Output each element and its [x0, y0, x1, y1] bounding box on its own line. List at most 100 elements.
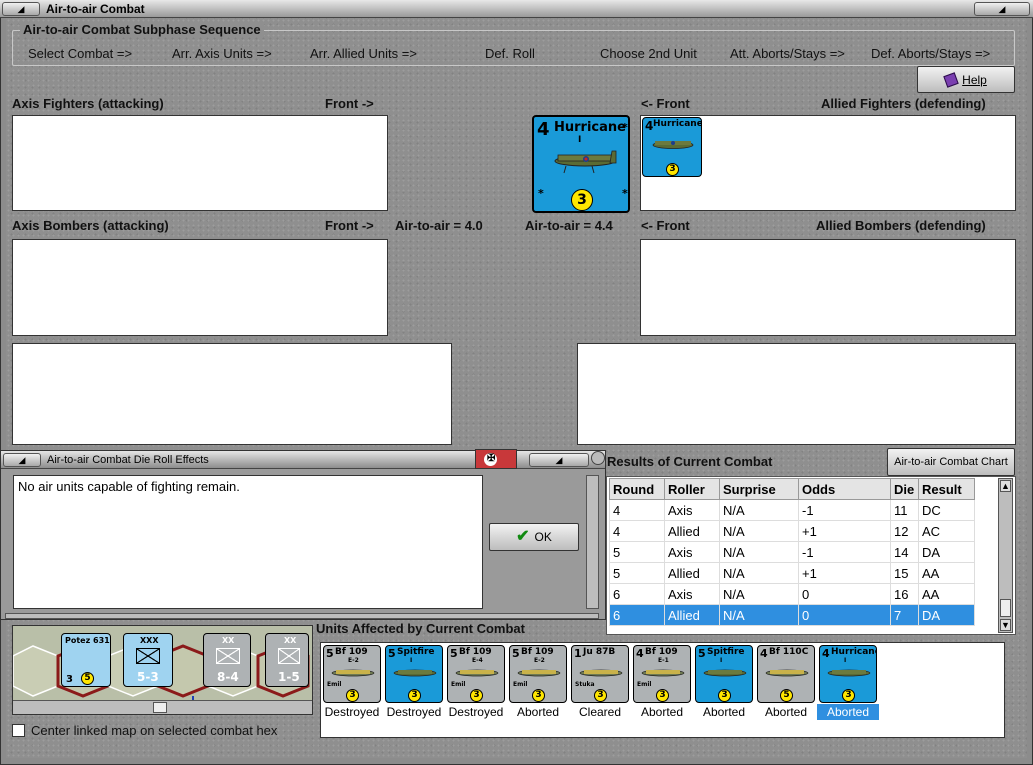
plane-icon	[579, 669, 623, 677]
unit-status: Aborted	[764, 705, 808, 719]
allied-info-box	[577, 343, 1016, 445]
step-def-roll: Def. Roll	[485, 46, 535, 61]
axis-fighters-title: Axis Fighters (attacking)	[12, 96, 164, 111]
ok-button[interactable]: ✔ OK	[489, 523, 579, 551]
system-menu-button[interactable]: ◢	[2, 2, 40, 16]
selected-unit-strength: 3	[571, 189, 593, 211]
affected-unit-counter[interactable]: 5 Bf 109 E-4 Emil 3	[447, 645, 505, 703]
col-round[interactable]: Round	[609, 478, 665, 500]
plane-icon	[455, 669, 499, 677]
dialog-title: Air-to-air Combat Die Roll Effects	[47, 454, 209, 466]
affected-unit[interactable]: 5 Bf 109 E-4 Emil 3 Destroyed	[447, 645, 509, 720]
allied-fighters-title: Allied Fighters (defending)	[821, 96, 986, 111]
hurricane-plane-icon	[652, 141, 694, 149]
allied-air-to-air-value: Air-to-air = 4.4	[525, 218, 613, 233]
axis-fighters-box[interactable]	[12, 115, 388, 211]
affected-unit-counter[interactable]: 4 Bf 109 E-1 Emil 3	[633, 645, 691, 703]
unit-strength: 5	[780, 689, 793, 702]
unit-rating: 5	[698, 647, 706, 660]
col-die[interactable]: Die	[890, 478, 919, 500]
affected-unit[interactable]: 5 Bf 109 E-2 Emil 3 Destroyed	[323, 645, 385, 720]
unit-name: Bf 110C	[769, 647, 809, 657]
center-map-checkbox[interactable]	[12, 724, 25, 737]
dialog-system-button[interactable]: ◢	[3, 453, 41, 467]
book-icon	[943, 71, 959, 88]
scroll-up-icon[interactable]: ▲	[1000, 480, 1011, 492]
checkmark-icon: ✔	[516, 528, 530, 545]
table-row[interactable]: 4 Allied N/A +1 12 AC	[609, 520, 975, 542]
step-def-aborts-stays: Def. Aborts/Stays =>	[871, 46, 991, 61]
allied-bombers-title: Allied Bombers (defending)	[816, 218, 986, 233]
plane-icon	[393, 669, 437, 677]
infantry-symbol-icon	[278, 648, 300, 664]
table-row[interactable]: 5 Axis N/A -1 14 DA	[609, 541, 975, 563]
axis-bombers-box[interactable]	[12, 239, 388, 336]
affected-unit-counter[interactable]: 5 Bf 109 E-2 Emil 3	[323, 645, 381, 703]
dialog-minimize-button[interactable]: ◢	[529, 453, 589, 467]
step-arr-allied-units: Arr. Allied Units =>	[310, 46, 417, 61]
infantry-symbol-icon	[216, 648, 240, 664]
flag-icon: ✠	[475, 449, 517, 469]
affected-unit[interactable]: 4 Bf 110C 5 Aborted	[757, 645, 819, 720]
minimap-counter-inf-div-2[interactable]: XX 1-5	[265, 633, 309, 687]
affected-unit[interactable]: 4 Bf 109 E-1 Emil 3 Aborted	[633, 645, 695, 720]
affected-unit-counter[interactable]: 5 Spitfire I 3	[695, 645, 753, 703]
unit-rating: 4	[760, 647, 768, 660]
allied-bombers-front: <- Front	[641, 218, 690, 233]
allied-fighter-counter[interactable]: 4 Hurricane 3	[642, 117, 702, 177]
dialog-title-bar[interactable]: ◢ Air-to-air Combat Die Roll Effects ✠ ◢	[1, 449, 605, 469]
affected-unit-counter[interactable]: 4 Hurricane I 3	[819, 645, 877, 703]
help-button[interactable]: Help	[917, 66, 1015, 93]
results-scrollbar[interactable]: ▲ ▼	[998, 478, 1013, 633]
unit-nickname: Stuka	[575, 681, 595, 688]
plane-icon	[517, 669, 561, 677]
col-odds[interactable]: Odds	[798, 478, 891, 500]
table-row[interactable]: 4 Axis N/A -1 11 DC	[609, 499, 975, 521]
window-title: Air-to-air Combat	[46, 2, 145, 16]
dialog-h-scrollbar[interactable]	[5, 613, 599, 619]
dialog-close-button[interactable]	[591, 451, 605, 465]
affected-unit[interactable]: 5 Spitfire I 3 Aborted	[695, 645, 757, 720]
minimap-h-scrollbar[interactable]	[13, 700, 312, 714]
minimap-counter-inf-corps[interactable]: XXX 5-3	[123, 633, 173, 687]
unit-name: Bf 109	[645, 647, 678, 657]
affected-unit[interactable]: 5 Spitfire I 3 Destroyed	[385, 645, 447, 720]
window-title-bar[interactable]: ◢ Air-to-air Combat ◢	[0, 0, 1033, 18]
selected-unit-counter[interactable]: 4 Hurricane I * * * 3	[532, 115, 630, 213]
plane-icon	[641, 669, 685, 677]
minimap-counter-potez[interactable]: Potez 631 3 5	[61, 633, 111, 687]
allied-fighters-front: <- Front	[641, 96, 690, 111]
table-row[interactable]: 6 Axis N/A 0 16 AA	[609, 583, 975, 605]
col-roller[interactable]: Roller	[664, 478, 720, 500]
axis-bombers-title: Axis Bombers (attacking)	[12, 218, 169, 233]
minimap-scroll-thumb[interactable]	[153, 702, 167, 713]
hurricane-plane-icon	[554, 150, 617, 174]
table-row[interactable]: 5 Allied N/A +1 15 AA	[609, 562, 975, 584]
allied-bombers-box[interactable]	[640, 239, 1016, 336]
affected-unit-counter[interactable]: 5 Spitfire I 3	[385, 645, 443, 703]
col-surprise[interactable]: Surprise	[719, 478, 799, 500]
affected-unit-counter[interactable]: 4 Bf 110C 5	[757, 645, 815, 703]
minimap[interactable]: Potez 631 3 5 XXX 5-3 XX 8-4 XX 1-5	[12, 625, 313, 715]
affected-unit[interactable]: 1 Ju 87B Stuka 3 Cleared	[571, 645, 633, 720]
affected-unit-counter[interactable]: 1 Ju 87B Stuka 3	[571, 645, 629, 703]
dialog-scrollbar[interactable]	[586, 475, 599, 609]
unit-strength: 3	[842, 689, 855, 702]
affected-unit[interactable]: 4 Hurricane I 3 Aborted	[817, 645, 881, 720]
scroll-thumb[interactable]	[1000, 599, 1011, 617]
scroll-down-icon[interactable]: ▼	[1000, 619, 1011, 631]
unit-name: Bf 109	[521, 647, 554, 657]
table-row-selected[interactable]: 6 Allied N/A 0 7 DA	[609, 604, 975, 626]
minimap-counter-inf-div-1[interactable]: XX 8-4	[203, 633, 251, 687]
axis-info-box	[12, 343, 452, 445]
window-control-button[interactable]: ◢	[974, 2, 1030, 16]
unit-strength: 3	[656, 689, 669, 702]
air-to-air-chart-button[interactable]: Air-to-air Combat Chart	[887, 448, 1015, 476]
unit-strength: 3	[718, 689, 731, 702]
unit-nickname: Emil	[637, 681, 652, 688]
unit-name: Spitfire	[707, 647, 745, 657]
col-result[interactable]: Result	[918, 478, 975, 500]
affected-unit[interactable]: 5 Bf 109 E-2 Emil 3 Aborted	[509, 645, 571, 720]
results-header-row: Round Roller Surprise Odds Die Result	[609, 478, 975, 500]
affected-unit-counter[interactable]: 5 Bf 109 E-2 Emil 3	[509, 645, 567, 703]
